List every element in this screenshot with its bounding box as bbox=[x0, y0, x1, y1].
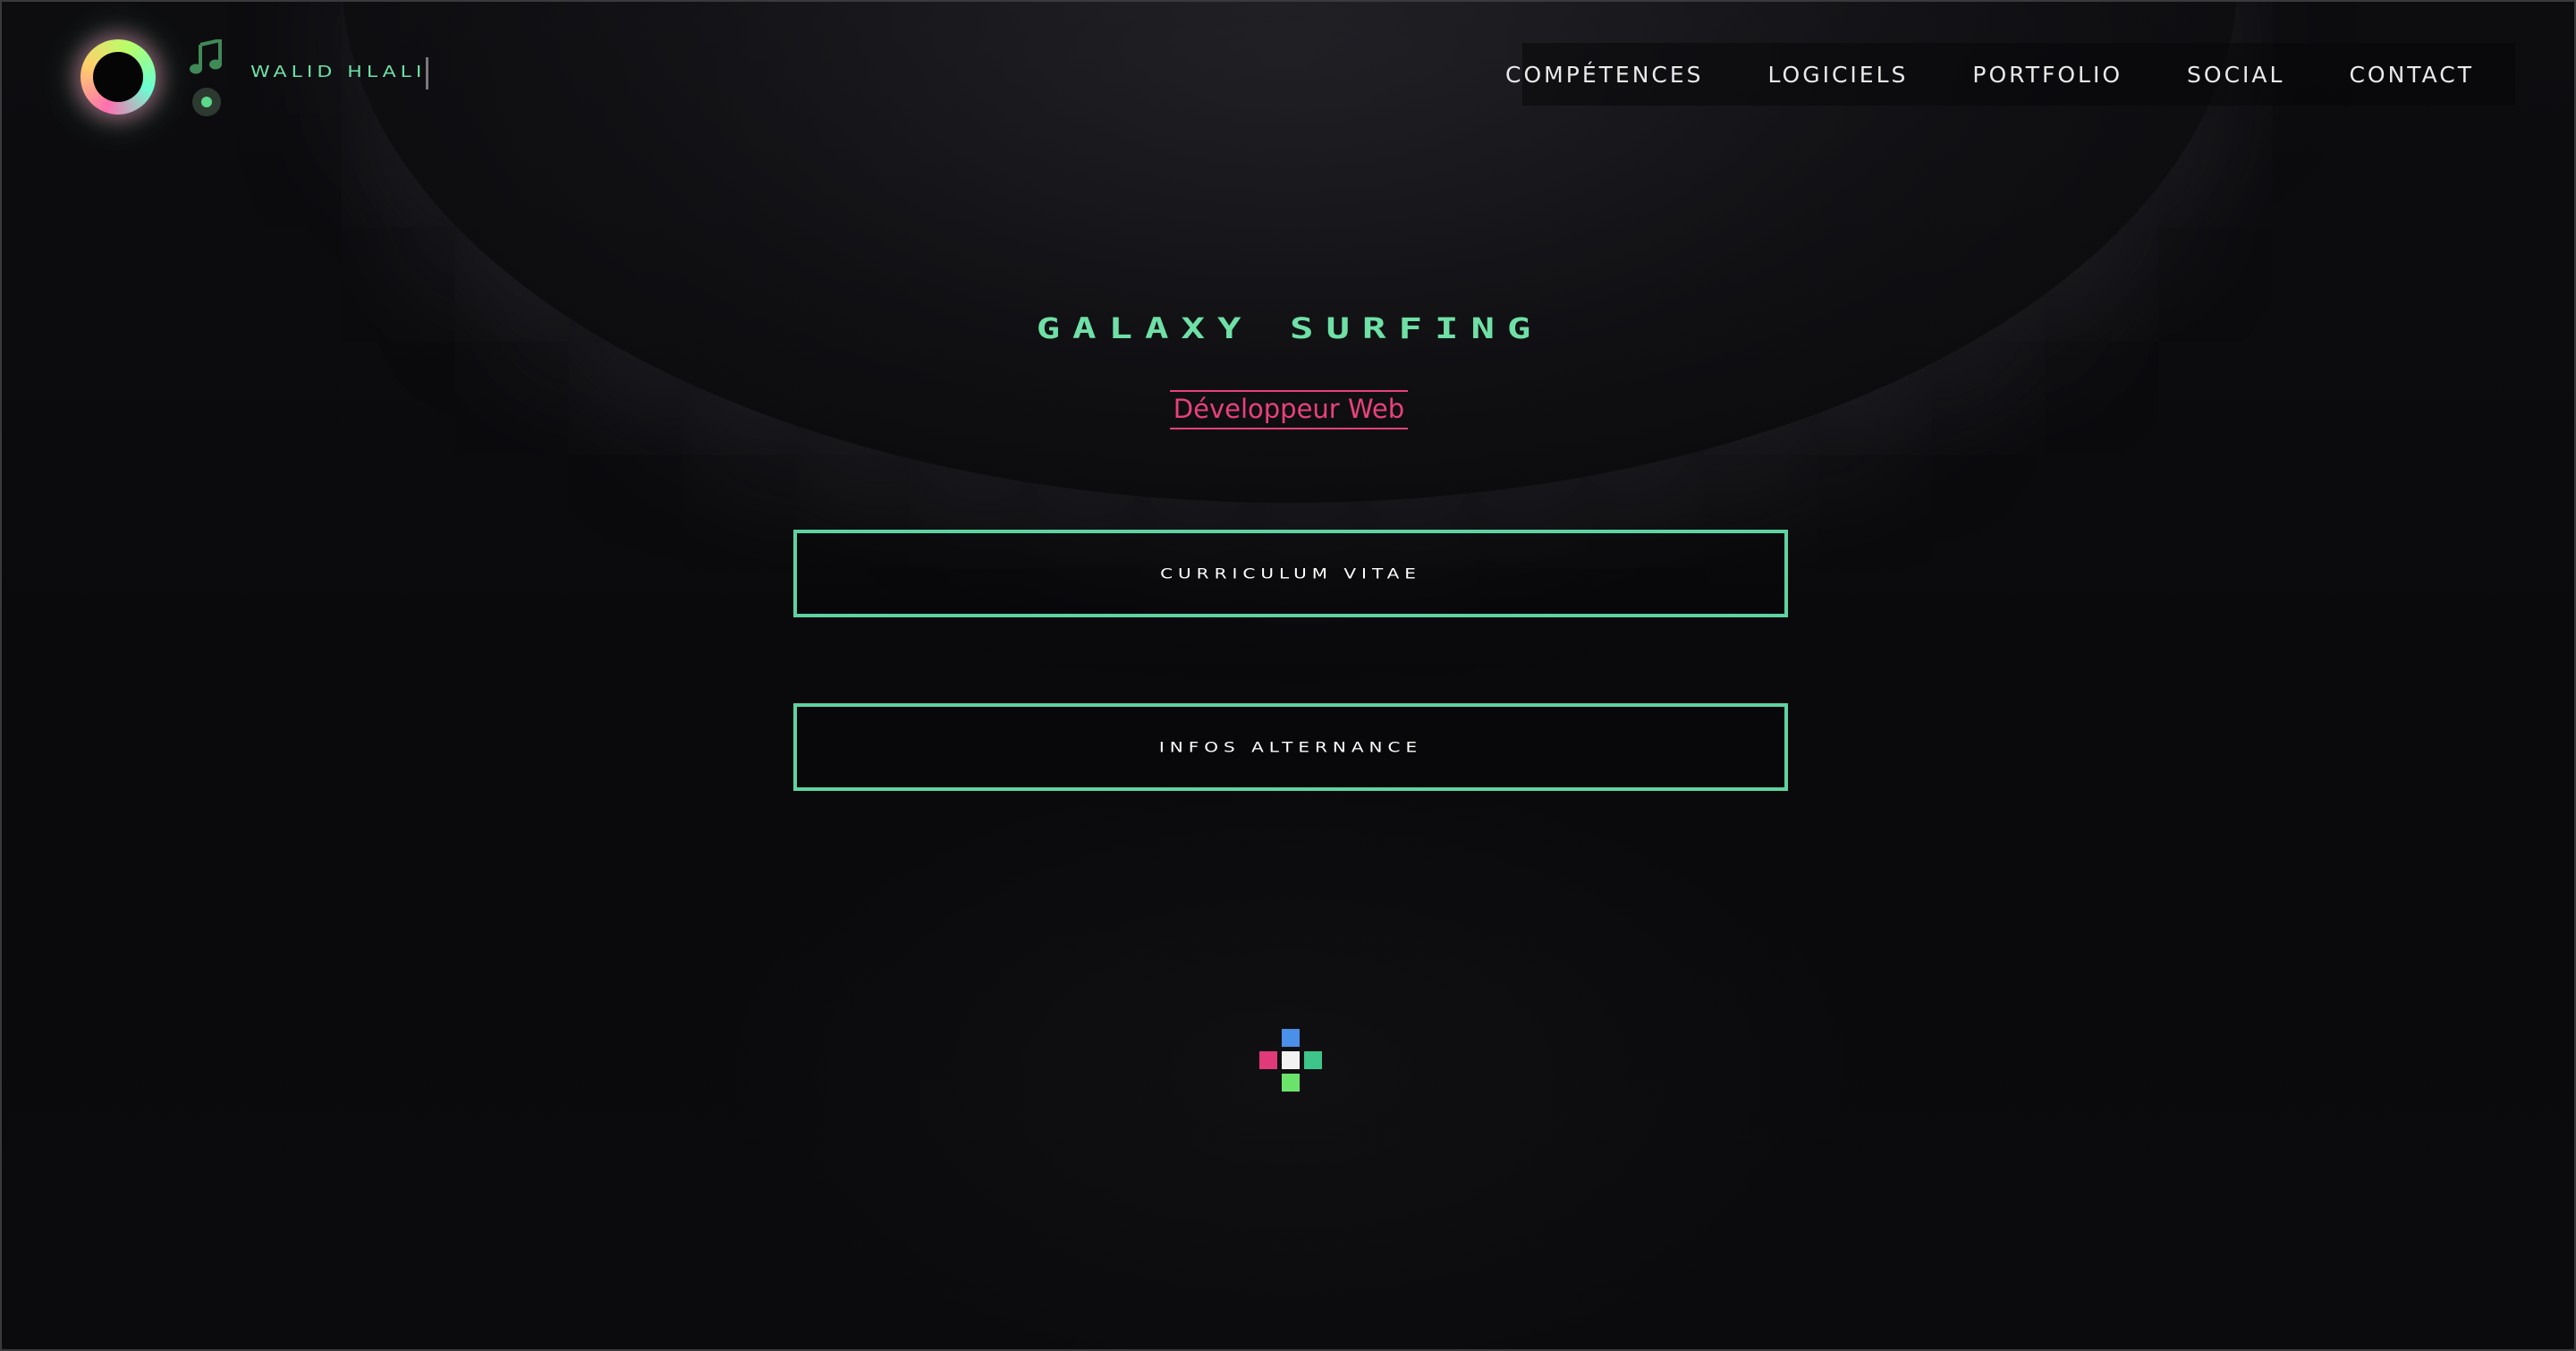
brand-name[interactable]: Walid Hlali bbox=[250, 63, 426, 81]
logo-ring-icon[interactable] bbox=[80, 39, 156, 115]
page-background: Walid Hlali Compétences Logiciels Portfo… bbox=[0, 0, 2576, 1351]
curriculum-vitae-button[interactable]: Curriculum Vitae bbox=[793, 530, 1788, 617]
nav-item-competences[interactable]: Compétences bbox=[1505, 62, 1703, 88]
loader-pixel-left bbox=[1259, 1051, 1277, 1069]
hero-title: Galaxy Surfing bbox=[1036, 312, 1544, 345]
infos-alternance-button[interactable]: Infos Alternance bbox=[793, 703, 1788, 791]
infos-alternance-label: Infos Alternance bbox=[1158, 738, 1423, 756]
nav-item-social[interactable]: Social bbox=[2187, 62, 2284, 88]
music-note-icon[interactable] bbox=[190, 39, 224, 75]
typing-cursor bbox=[426, 57, 428, 89]
nav-item-logiciels[interactable]: Logiciels bbox=[1768, 62, 1909, 88]
loader-pixel-center bbox=[1282, 1051, 1300, 1069]
nav-item-contact[interactable]: Contact bbox=[2349, 62, 2474, 88]
main-nav: Compétences Logiciels Portfolio Social C… bbox=[1505, 43, 2515, 106]
hero-subtitle: Développeur Web bbox=[1170, 390, 1408, 429]
curriculum-vitae-label: Curriculum Vitae bbox=[1160, 565, 1421, 582]
disc-icon[interactable] bbox=[192, 88, 221, 116]
logo-core bbox=[93, 52, 143, 102]
loader-pixel-bottom bbox=[1282, 1074, 1300, 1092]
loader-pixel-top bbox=[1282, 1029, 1300, 1047]
nav-item-portfolio[interactable]: Portfolio bbox=[1972, 62, 2123, 88]
pixel-loader-icon bbox=[1259, 1029, 1322, 1092]
loader-pixel-right bbox=[1304, 1051, 1322, 1069]
